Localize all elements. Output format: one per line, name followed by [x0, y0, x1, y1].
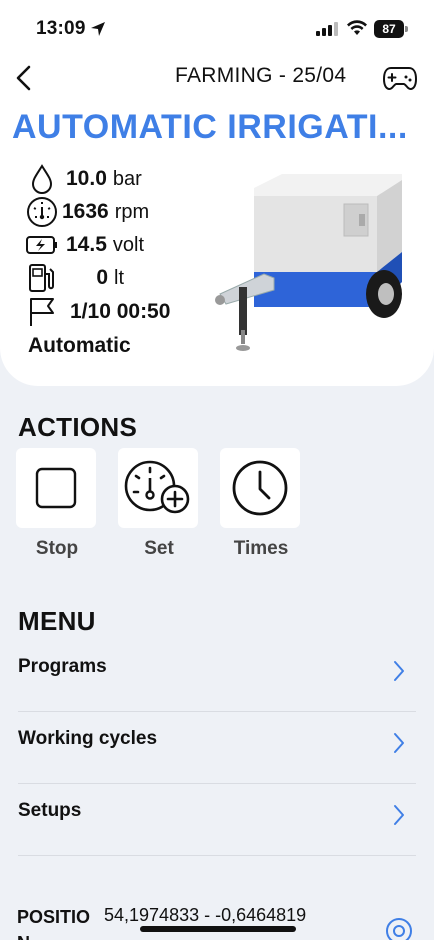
- fuel-pump-icon: [24, 262, 60, 294]
- cellular-signal-icon: [316, 22, 338, 36]
- stop-square-icon: [35, 467, 77, 509]
- battery-indicator: 87: [374, 20, 404, 38]
- menu-item-label: Setups: [18, 800, 82, 821]
- drop-icon: [24, 163, 60, 195]
- machine-card: AUTOMATIC IRRIGATI... 10.0 bar 1636 rpm: [0, 100, 434, 386]
- stat-voltage: 14.5 volt: [24, 229, 144, 261]
- stat-pressure: 10.0 bar: [24, 163, 142, 195]
- position-label: POSITIO N: [17, 907, 91, 940]
- mode-label: Automatic: [28, 334, 131, 357]
- nav-header: FARMING - 25/04: [0, 56, 434, 100]
- irrigation-trailer-image: [215, 174, 402, 351]
- chevron-left-icon: [16, 65, 31, 91]
- stat-value: 0: [96, 266, 108, 289]
- battery-charge-icon: [24, 229, 60, 261]
- menu-item-programs[interactable]: Programs: [18, 640, 416, 712]
- actions-title: ACTIONS: [18, 412, 138, 442]
- stop-button[interactable]: Stop: [16, 448, 98, 560]
- gamepad-icon: [382, 67, 418, 91]
- menu-item-setups[interactable]: Setups: [18, 784, 416, 856]
- action-tile[interactable]: [118, 448, 198, 528]
- status-time: 13:09: [36, 18, 86, 39]
- chevron-right-icon: [394, 661, 404, 681]
- stat-value: 14.5: [66, 233, 107, 256]
- stat-unit: bar: [112, 167, 142, 190]
- machine-name: AUTOMATIC IRRIGATI...: [12, 108, 408, 146]
- wifi-icon: [347, 20, 367, 35]
- gamepad-button[interactable]: [380, 60, 420, 96]
- stat-value: 1636: [62, 200, 109, 223]
- action-label: Times: [233, 538, 289, 559]
- battery-cap: [405, 26, 408, 32]
- status-bar: 13:09 87: [0, 0, 434, 56]
- stat-fuel: 0 lt: [24, 262, 124, 294]
- action-tile[interactable]: [220, 448, 300, 528]
- gauge-plus-icon: [124, 460, 190, 514]
- back-button[interactable]: [6, 60, 42, 96]
- locate-target-icon[interactable]: [384, 916, 414, 940]
- stat-last-run: 1/10 00:50: [24, 296, 170, 328]
- menu-title: MENU: [18, 606, 96, 636]
- set-button[interactable]: Set: [118, 448, 200, 560]
- position-coordinates: 54,1974833 - -0,6464819: [104, 905, 307, 925]
- stat-value: 1/10 00:50: [70, 300, 171, 323]
- times-button[interactable]: Times: [220, 448, 302, 560]
- clock-icon: [232, 460, 288, 516]
- gauge-icon: [24, 196, 60, 228]
- action-tile[interactable]: [16, 448, 96, 528]
- chevron-right-icon: [394, 733, 404, 753]
- stat-unit: rpm: [114, 200, 150, 223]
- menu-item-working-cycles[interactable]: Working cycles: [18, 712, 416, 784]
- stat-unit: lt: [114, 266, 124, 289]
- home-indicator: [140, 926, 296, 932]
- chevron-right-icon: [394, 805, 404, 825]
- stat-rpm: 1636 rpm: [24, 196, 149, 228]
- location-arrow-icon: [91, 22, 105, 36]
- action-label: Set: [144, 538, 174, 559]
- stat-unit: volt: [112, 233, 144, 256]
- flag-icon: [24, 296, 60, 328]
- menu-item-label: Working cycles: [18, 728, 158, 749]
- page-title: FARMING - 25/04: [175, 64, 347, 87]
- menu-item-label: Programs: [18, 656, 107, 677]
- action-label: Stop: [35, 538, 79, 559]
- stat-value: 10.0: [66, 167, 107, 190]
